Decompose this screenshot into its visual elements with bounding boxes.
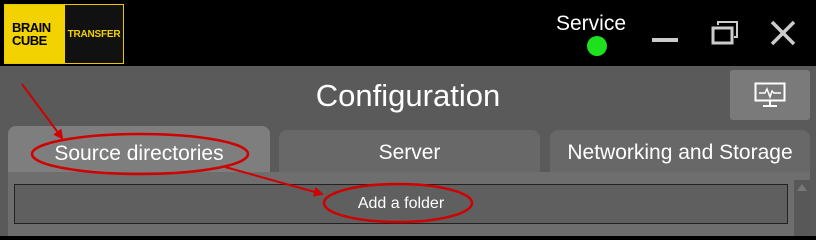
close-icon — [770, 20, 796, 46]
page-title: Configuration — [315, 78, 501, 113]
logo-braincube: BRAIN CUBE — [5, 5, 65, 63]
minimize-icon — [652, 38, 678, 42]
monitor-button[interactable] — [730, 70, 810, 120]
service-label: Service — [556, 12, 627, 35]
tab-networking-and-storage[interactable]: Networking and Storage — [550, 130, 810, 172]
title-bar: BRAIN CUBE TRANSFER Service — [0, 0, 816, 66]
monitor-icon — [754, 82, 786, 107]
tab-label: Server — [378, 141, 441, 164]
tab-label: Networking and Storage — [567, 141, 793, 164]
minimize-button[interactable] — [650, 18, 680, 48]
tab-server[interactable]: Server — [279, 130, 540, 172]
maximize-button[interactable] — [710, 18, 740, 48]
braincube-transfer-logo: BRAIN CUBE TRANSFER — [4, 4, 124, 64]
service-status-indicator — [587, 36, 607, 56]
scroll-up-arrow-icon[interactable] — [797, 184, 807, 191]
scrollbar[interactable] — [794, 180, 810, 236]
logo-line-2: CUBE — [12, 33, 47, 48]
tab-label: Source directories — [54, 142, 224, 165]
tab-source-directories[interactable]: Source directories — [8, 126, 270, 174]
maximize-icon — [711, 21, 738, 45]
add-folder-label: Add a folder — [357, 195, 445, 212]
close-button[interactable] — [768, 18, 798, 48]
add-folder-button[interactable]: Add a folder — [14, 184, 788, 224]
logo-transfer: TRANSFER — [65, 5, 123, 63]
